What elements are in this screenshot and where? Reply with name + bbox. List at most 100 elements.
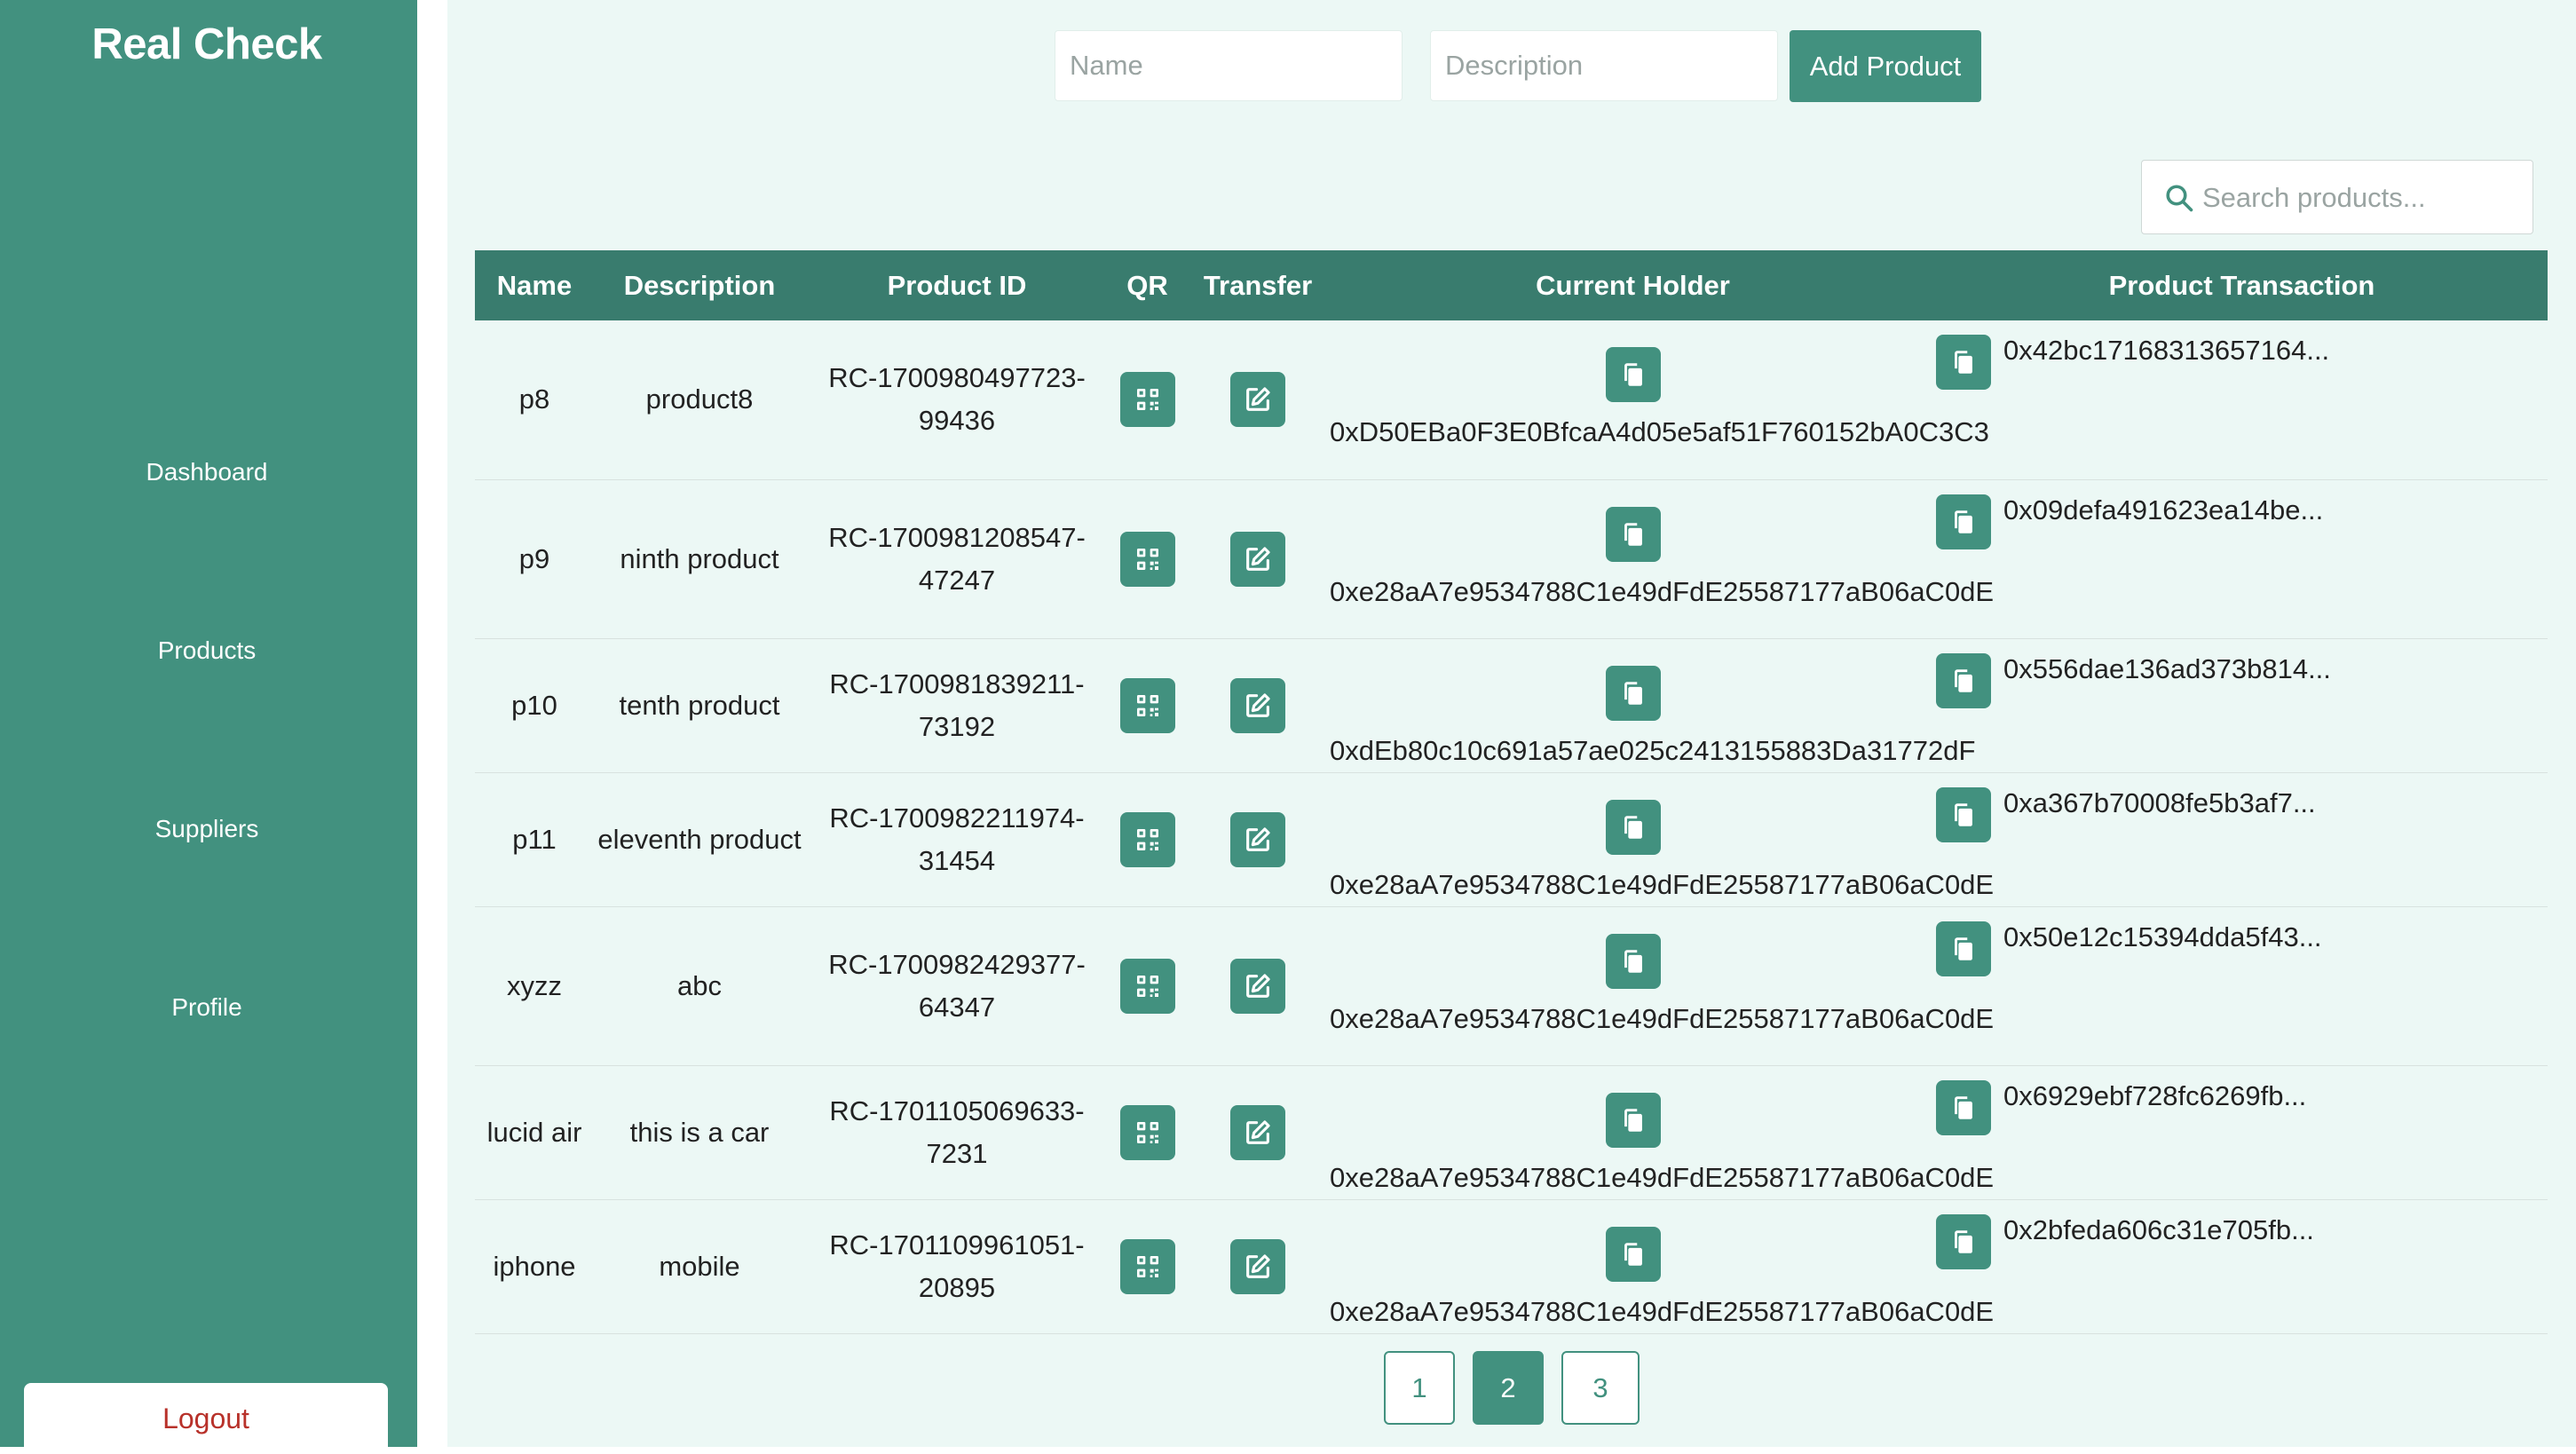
cell-qr — [1109, 1065, 1186, 1200]
header-description[interactable]: Description — [594, 250, 805, 320]
cell-product-id: RC-1700981208547-47247 — [805, 479, 1109, 639]
holder-address: 0xe28aA7e9534788C1e49dFdE25587177aB06aC0… — [1330, 1002, 1995, 1034]
cell-product-transaction: 0x556dae136ad373b814... — [1936, 638, 2548, 773]
copy-icon[interactable] — [1605, 665, 1661, 721]
cell-product-transaction: 0x6929ebf728fc6269fb... — [1936, 1065, 2548, 1200]
header-current-holder[interactable]: Current Holder — [1330, 250, 1936, 320]
products-table: Name Description Product ID QR Transfer … — [475, 250, 2548, 1334]
edit-icon[interactable] — [1230, 372, 1285, 428]
header-name[interactable]: Name — [475, 250, 594, 320]
copy-icon[interactable] — [1605, 506, 1661, 562]
cell-description: tenth product — [594, 638, 805, 773]
qr-code-icon[interactable] — [1119, 811, 1175, 867]
transaction-hash[interactable]: 0x50e12c15394dda5f43... — [2003, 921, 2322, 953]
copy-icon[interactable] — [1936, 1213, 1991, 1269]
table-row: iphone mobile RC-1701109961051-20895 0xe28a… — [475, 1199, 2548, 1334]
edit-icon[interactable] — [1230, 531, 1285, 587]
holder-address: 0xdEb80c10c691a57ae025c2413155883Da31772… — [1330, 734, 1976, 766]
header-product-id[interactable]: Product ID — [805, 250, 1109, 320]
search-box[interactable] — [2141, 160, 2533, 234]
holder-address: 0xe28aA7e9534788C1e49dFdE25587177aB06aC0… — [1330, 1161, 1995, 1193]
cell-product-transaction: 0x50e12c15394dda5f43... — [1936, 906, 2548, 1066]
copy-icon[interactable] — [1936, 335, 1991, 390]
holder-address: 0xe28aA7e9534788C1e49dFdE25587177aB06aC0… — [1330, 575, 1995, 607]
cell-qr — [1109, 906, 1186, 1066]
copy-icon[interactable] — [1936, 1079, 1991, 1135]
holder-address: 0xe28aA7e9534788C1e49dFdE25587177aB06aC0… — [1330, 1295, 1995, 1327]
table-row: p8 product8 RC-1700980497723-99436 0xD50EBa… — [475, 320, 2548, 480]
edit-icon[interactable] — [1230, 958, 1285, 1014]
qr-code-icon[interactable] — [1119, 958, 1175, 1014]
cell-product-transaction: 0x42bc17168313657164... — [1936, 320, 2548, 480]
cell-transfer — [1186, 320, 1330, 480]
cell-product-id: RC-1701105069633-7231 — [805, 1065, 1109, 1200]
copy-icon[interactable] — [1936, 652, 1991, 708]
cell-product-id: RC-1700982429377-64347 — [805, 906, 1109, 1066]
cell-name: xyzz — [475, 906, 594, 1066]
logout-button[interactable]: Logout — [24, 1383, 388, 1454]
sidebar-item-dashboard[interactable]: Dashboard — [0, 458, 414, 486]
qr-code-icon[interactable] — [1119, 372, 1175, 428]
sidebar-item-suppliers[interactable]: Suppliers — [0, 815, 414, 843]
cell-name: p10 — [475, 638, 594, 773]
table-row: lucid air this is a car RC-1701105069633-7… — [475, 1065, 2548, 1200]
copy-icon[interactable] — [1605, 1092, 1661, 1148]
cell-product-id: RC-1700981839211-73192 — [805, 638, 1109, 773]
page-button-3[interactable]: 3 — [1561, 1351, 1640, 1425]
cell-product-id: RC-1700980497723-99436 — [805, 320, 1109, 480]
search-input[interactable] — [2201, 168, 2524, 228]
cell-current-holder: 0xD50EBa0F3E0BfcaA4d05e5af51F760152bA0C3… — [1330, 320, 1989, 480]
cell-transfer — [1186, 906, 1330, 1066]
cell-qr — [1109, 638, 1186, 773]
cell-current-holder: 0xe28aA7e9534788C1e49dFdE25587177aB06aC0… — [1330, 772, 1995, 907]
copy-icon[interactable] — [1605, 933, 1661, 989]
cell-transfer — [1186, 1199, 1330, 1334]
copy-icon[interactable] — [1605, 799, 1661, 855]
holder-address: 0xe28aA7e9534788C1e49dFdE25587177aB06aC0… — [1330, 868, 1995, 900]
table-row: p10 tenth product RC-1700981839211-73192 0x… — [475, 638, 2548, 773]
transaction-hash[interactable]: 0x556dae136ad373b814... — [2003, 653, 2331, 685]
qr-code-icon[interactable] — [1119, 1104, 1175, 1160]
qr-code-icon[interactable] — [1119, 531, 1175, 587]
table-header-row: Name Description Product ID QR Transfer … — [475, 250, 2548, 320]
cell-current-holder: 0xdEb80c10c691a57ae025c2413155883Da31772… — [1330, 638, 1976, 773]
cell-qr — [1109, 479, 1186, 639]
copy-icon[interactable] — [1605, 1226, 1661, 1282]
transaction-hash[interactable]: 0x09defa491623ea14be... — [2003, 494, 2323, 526]
app-title: Real Check — [91, 20, 322, 68]
description-input[interactable] — [1430, 30, 1778, 101]
qr-code-icon[interactable] — [1119, 1238, 1175, 1294]
sidebar-item-profile[interactable]: Profile — [0, 993, 414, 1022]
cell-current-holder: 0xe28aA7e9534788C1e49dFdE25587177aB06aC0… — [1330, 1065, 1995, 1200]
page-button-1[interactable]: 1 — [1384, 1351, 1455, 1425]
edit-icon[interactable] — [1230, 677, 1285, 733]
table-row: p9 ninth product RC-1700981208547-47247 0xe… — [475, 479, 2548, 639]
transaction-hash[interactable]: 0xa367b70008fe5b3af7... — [2003, 787, 2316, 819]
header-product-transaction[interactable]: Product Transaction — [1936, 250, 2548, 320]
header-transfer[interactable]: Transfer — [1186, 250, 1330, 320]
copy-icon[interactable] — [1605, 347, 1661, 402]
copy-icon[interactable] — [1936, 786, 1991, 842]
transaction-hash[interactable]: 0x2bfeda606c31e705fb... — [2003, 1214, 2314, 1246]
cell-product-id: RC-1701109961051-20895 — [805, 1199, 1109, 1334]
copy-icon[interactable] — [1936, 494, 1991, 549]
search-icon — [2166, 185, 2193, 212]
edit-icon[interactable] — [1230, 1238, 1285, 1294]
name-input[interactable] — [1055, 30, 1403, 101]
page-button-2[interactable]: 2 — [1473, 1351, 1544, 1425]
edit-icon[interactable] — [1230, 1104, 1285, 1160]
cell-transfer — [1186, 479, 1330, 639]
transaction-hash[interactable]: 0x6929ebf728fc6269fb... — [2003, 1080, 2306, 1112]
holder-address: 0xD50EBa0F3E0BfcaA4d05e5af51F760152bA0C3… — [1330, 416, 1989, 447]
header-qr[interactable]: QR — [1109, 250, 1186, 320]
qr-code-icon[interactable] — [1119, 677, 1175, 733]
cell-qr — [1109, 772, 1186, 907]
sidebar-item-products[interactable]: Products — [0, 636, 414, 665]
cell-transfer — [1186, 772, 1330, 907]
sidebar: Real Check Dashboard Products Suppliers … — [0, 0, 417, 1454]
copy-icon[interactable] — [1936, 921, 1991, 976]
transaction-hash[interactable]: 0x42bc17168313657164... — [2003, 335, 2329, 367]
add-product-button[interactable]: Add Product — [1790, 30, 1981, 102]
cell-qr — [1109, 1199, 1186, 1334]
edit-icon[interactable] — [1230, 811, 1285, 867]
